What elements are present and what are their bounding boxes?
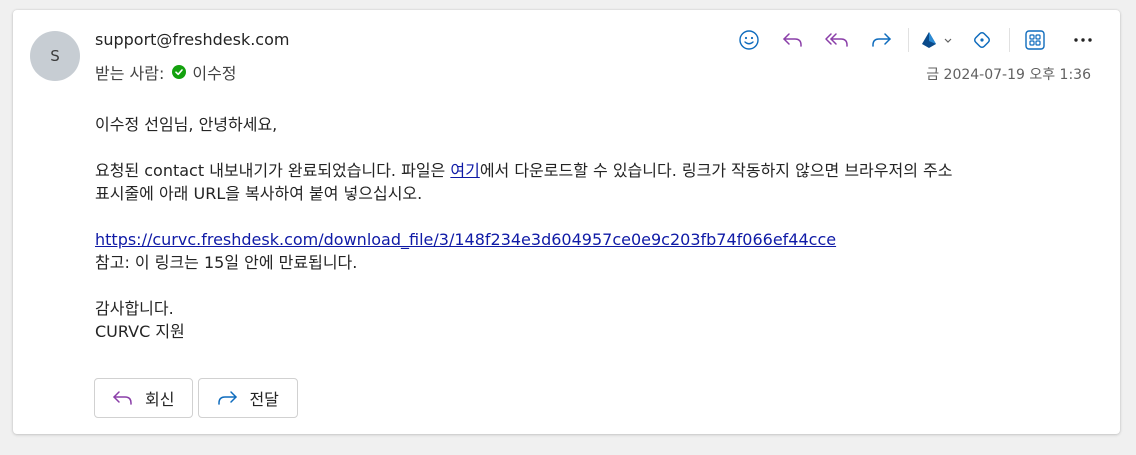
reply-label: 회신 [145, 390, 175, 409]
more-icon[interactable] [1068, 25, 1098, 55]
reply-button[interactable]: 회신 [94, 378, 194, 418]
closing: 감사합니다. [95, 299, 174, 318]
message-date: 금 2024-07-19 오후 1:36 [926, 67, 1091, 83]
reply-all-icon[interactable] [822, 25, 852, 55]
toolbar-divider [1009, 28, 1010, 52]
message-toolbar [720, 25, 1098, 55]
greeting: 이수정 선임님, 안녕하세요, [95, 115, 278, 134]
forward-button[interactable]: 전달 [198, 378, 298, 418]
toolbar-divider [908, 28, 909, 52]
forward-label: 전달 [249, 390, 279, 409]
reply-icon [113, 391, 132, 405]
body-text: 요청된 contact 내보내기가 완료되었습니다. 파일은 [95, 161, 451, 180]
apps-icon[interactable] [1020, 25, 1050, 55]
emoji-icon[interactable] [734, 25, 764, 55]
reply-icon[interactable] [778, 25, 808, 55]
body-paragraph: 요청된 contact 내보내기가 완료되었습니다. 파일은 여기에서 다운로드… [95, 159, 1095, 182]
avatar-initial: S [50, 47, 60, 65]
download-link[interactable]: 여기 [450, 161, 479, 180]
expiry-note: 참고: 이 링크는 15일 안에 만료됩니다. [95, 253, 358, 272]
message-body: 이수정 선임님, 안녕하세요, 요청된 contact 내보내기가 완료되었습니… [95, 113, 1095, 343]
tag-icon[interactable] [967, 25, 997, 55]
forward-icon[interactable] [866, 25, 896, 55]
signature: CURVC 지원 [95, 322, 185, 341]
email-card: S support@freshdesk.com 받는 사람: 이수정 금 202… [13, 10, 1120, 434]
recipient-name[interactable]: 이수정 [192, 60, 236, 84]
app-icon[interactable] [919, 25, 953, 55]
download-url-link[interactable]: https://curvc.freshdesk.com/download_fil… [95, 230, 836, 249]
avatar[interactable]: S [30, 31, 80, 81]
body-text: 에서 다운로드할 수 있습니다. 링크가 작동하지 않으면 브라우저의 주소 [479, 161, 953, 180]
check-icon [172, 65, 187, 79]
forward-icon [218, 391, 238, 405]
body-text-line2: 표시줄에 아래 URL을 복사하여 붙여 넣으십시오. [95, 184, 423, 203]
to-label: 받는 사람: [95, 64, 165, 83]
action-buttons: 회신 전달 [94, 378, 303, 418]
sender-address[interactable]: support@freshdesk.com [95, 30, 289, 49]
chevron-down-icon [944, 38, 952, 43]
recipient-line: 받는 사람: 이수정 [95, 60, 237, 84]
